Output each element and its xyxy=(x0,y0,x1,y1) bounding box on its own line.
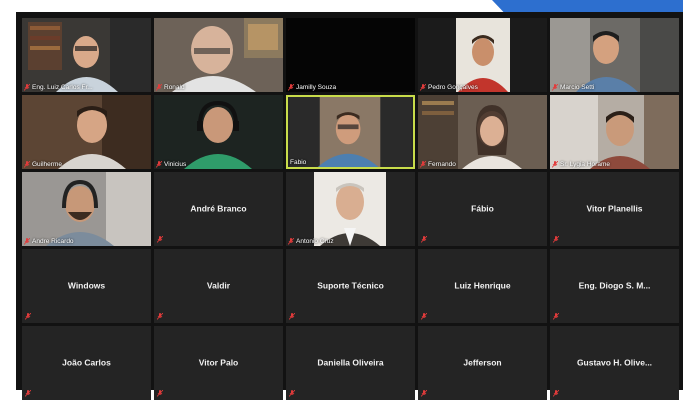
muted-mic-icon xyxy=(420,84,426,91)
participant-video xyxy=(418,18,547,92)
participant-tile[interactable]: Andre Ricardo xyxy=(22,172,151,246)
participant-tile[interactable]: Pedro Gonçalves xyxy=(418,18,547,92)
participant-name: Eng. Luiz Carlos Fr... xyxy=(32,84,93,91)
muted-mic-icon xyxy=(421,236,427,243)
participant-name: Guilherme xyxy=(32,161,62,168)
participant-tile[interactable]: Eng. Diogo S. M... xyxy=(550,249,679,323)
muted-mic-icon xyxy=(156,84,162,91)
participant-tile[interactable]: Suporte Técnico xyxy=(286,249,415,323)
muted-mic-icon xyxy=(157,236,163,243)
participant-label: Eng. Luiz Carlos Fr... xyxy=(24,84,93,91)
participant-name: Fabio xyxy=(290,159,307,166)
participant-name: Jamilly Souza xyxy=(296,84,337,91)
participant-tile[interactable]: Vitor Planellis xyxy=(550,172,679,246)
participant-tile[interactable]: André Branco xyxy=(154,172,283,246)
participant-name: Luiz Henrique xyxy=(454,280,511,291)
participant-tile[interactable]: Guilherme xyxy=(22,95,151,169)
muted-mic-icon xyxy=(289,390,295,397)
participant-tile[interactable]: Eng. Luiz Carlos Fr... xyxy=(22,18,151,92)
participant-video xyxy=(22,18,151,92)
muted-mic-icon xyxy=(552,84,558,91)
muted-mic-icon xyxy=(288,84,294,91)
participant-tile[interactable]: Gustavo H. Olive... xyxy=(550,326,679,400)
muted-mic-icon xyxy=(553,313,559,320)
participant-label: Vinicius xyxy=(156,161,186,168)
participant-video xyxy=(418,95,547,169)
muted-mic-icon xyxy=(25,313,31,320)
participant-label: Andre Ricardo xyxy=(24,238,74,245)
participant-tile[interactable]: Fernando xyxy=(418,95,547,169)
muted-mic-icon xyxy=(24,238,30,245)
muted-mic-icon xyxy=(25,390,31,397)
participant-tile[interactable]: Valdir xyxy=(154,249,283,323)
muted-mic-icon xyxy=(289,313,295,320)
participant-name: Vitor Planellis xyxy=(586,203,643,214)
participant-tile[interactable]: Jefferson xyxy=(418,326,547,400)
muted-mic-icon xyxy=(157,313,163,320)
participant-tile[interactable]: Ronald xyxy=(154,18,283,92)
participant-video xyxy=(550,18,679,92)
participant-video xyxy=(154,18,283,92)
participant-label: Antonio Cruz xyxy=(288,238,334,245)
muted-mic-icon xyxy=(24,161,30,168)
participant-name: Antonio Cruz xyxy=(296,238,334,245)
participant-name: Pedro Gonçalves xyxy=(428,84,478,91)
window-corner-tab xyxy=(492,0,683,12)
participant-name: Windows xyxy=(67,280,106,291)
participant-tile[interactable]: Daniella Oliveira xyxy=(286,326,415,400)
participant-tile[interactable]: Fábio xyxy=(418,172,547,246)
participant-name: André Branco xyxy=(190,203,247,214)
participant-label: Pedro Gonçalves xyxy=(420,84,478,91)
participant-tile-active-speaker[interactable]: Fabio xyxy=(286,95,415,169)
participant-label: Sr. Lygia Horame xyxy=(552,161,610,168)
participant-video xyxy=(154,95,283,169)
muted-mic-icon xyxy=(288,238,294,245)
participant-label: Fabio xyxy=(290,159,306,166)
muted-mic-icon xyxy=(157,390,163,397)
participant-name: Vinicius xyxy=(164,161,187,168)
participant-label: Jamilly Souza xyxy=(288,84,336,91)
participant-name: Jefferson xyxy=(463,357,502,368)
muted-mic-icon xyxy=(553,236,559,243)
muted-mic-icon xyxy=(553,390,559,397)
participant-name: Andre Ricardo xyxy=(32,238,74,245)
participant-name: Daniella Oliveira xyxy=(317,357,384,368)
participant-tile[interactable]: Marcio Setti xyxy=(550,18,679,92)
participant-name: Sr. Lygia Horame xyxy=(560,161,610,168)
participant-video xyxy=(22,95,151,169)
participant-tile[interactable]: Windows xyxy=(22,249,151,323)
muted-mic-icon xyxy=(156,161,162,168)
participant-name: Vitor Palo xyxy=(198,357,239,368)
participant-label: Marcio Setti xyxy=(552,84,594,91)
participant-tile[interactable]: Vitor Palo xyxy=(154,326,283,400)
participant-name: Ronald xyxy=(164,84,185,91)
participant-tile[interactable]: Jamilly Souza xyxy=(286,18,415,92)
muted-mic-icon xyxy=(421,390,427,397)
participant-video xyxy=(550,95,679,169)
participant-name: Eng. Diogo S. M... xyxy=(578,280,651,291)
participant-name: Fernando xyxy=(428,161,456,168)
participant-name: Marcio Setti xyxy=(560,84,595,91)
participant-tile[interactable]: Sr. Lygia Horame xyxy=(550,95,679,169)
participant-label: Guilherme xyxy=(24,161,62,168)
participant-name: João Carlos xyxy=(62,357,111,368)
participant-name: Valdir xyxy=(206,280,231,291)
participant-label: Ronald xyxy=(156,84,185,91)
participant-label: Fernando xyxy=(420,161,456,168)
muted-mic-icon xyxy=(552,161,558,168)
muted-mic-icon xyxy=(24,84,30,91)
participant-name: Gustavo H. Olive... xyxy=(576,357,653,368)
participant-video xyxy=(289,97,412,167)
muted-mic-icon xyxy=(420,161,426,168)
participant-video xyxy=(22,172,151,246)
participant-name: Fábio xyxy=(471,203,494,214)
participant-tile[interactable]: Vinicius xyxy=(154,95,283,169)
participant-tile[interactable]: Antonio Cruz xyxy=(286,172,415,246)
participant-tile[interactable]: João Carlos xyxy=(22,326,151,400)
participant-tile[interactable]: Luiz Henrique xyxy=(418,249,547,323)
gallery-view-grid: Eng. Luiz Carlos Fr... Ronald Jamilly So… xyxy=(16,12,683,400)
participant-video xyxy=(286,172,415,246)
participant-name: Suporte Técnico xyxy=(317,280,384,291)
muted-mic-icon xyxy=(421,313,427,320)
